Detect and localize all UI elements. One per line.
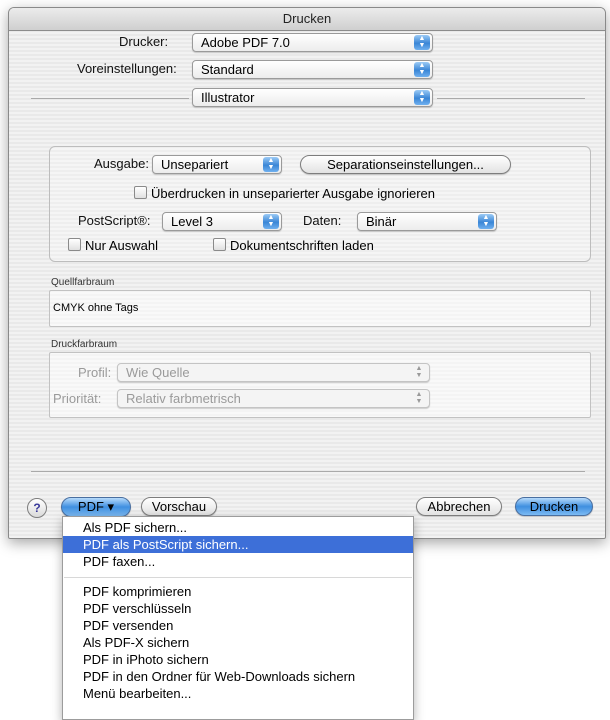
print-button[interactable]: Drucken <box>515 497 593 516</box>
presets-popup[interactable]: Standard ▲ ▼ <box>192 60 433 79</box>
ausgabe-popup[interactable]: Unsepariert ▲ ▼ <box>152 155 282 174</box>
print-space-group-label: Druckfarbraum <box>51 339 118 350</box>
popup-arrows-icon: ▲ ▼ <box>414 62 430 77</box>
ausgabe-value: Unsepariert <box>161 157 229 172</box>
overprint-ignore-checkbox[interactable]: Überdrucken in unseparierter Ausgabe ign… <box>134 186 435 201</box>
ausgabe-label: Ausgabe: <box>94 156 149 171</box>
postscript-popup[interactable]: Level 3 ▲ ▼ <box>162 212 282 231</box>
intent-label: Priorität: <box>53 391 102 406</box>
popup-arrows-icon: ▲ ▼ <box>414 35 430 50</box>
intent-value: Relativ farbmetrisch <box>126 391 241 406</box>
source-group-label: Quellfarbraum <box>51 277 115 288</box>
menu-separator <box>64 577 412 578</box>
print-space-group-box <box>49 352 591 418</box>
postscript-value: Level 3 <box>171 214 213 229</box>
nur-auswahl-checkbox[interactable]: Nur Auswahl <box>68 238 158 253</box>
profile-value: Wie Quelle <box>126 365 190 380</box>
window-title: Drucken <box>9 8 605 31</box>
pane-value: Illustrator <box>201 90 255 105</box>
printer-label: Drucker: <box>119 34 169 49</box>
popup-arrows-icon: ▲ ▼ <box>478 214 494 229</box>
menu-item-save-pdf-as-postscript[interactable]: PDF als PostScript sichern... <box>63 536 413 553</box>
intent-popup[interactable]: Relativ farbmetrisch ▲ ▼ <box>117 389 430 408</box>
separator-right <box>437 98 585 99</box>
profile-label: Profil: <box>78 365 112 380</box>
daten-popup[interactable]: Binär ▲ ▼ <box>357 212 497 231</box>
help-button[interactable]: ? <box>27 498 47 518</box>
printer-value: Adobe PDF 7.0 <box>201 35 290 50</box>
cancel-button[interactable]: Abbrechen <box>416 497 502 516</box>
popup-arrows-icon: ▲ ▼ <box>415 391 423 405</box>
popup-arrows-icon: ▲ ▼ <box>414 90 430 105</box>
daten-value: Binär <box>366 214 397 229</box>
nur-auswahl-label: Nur Auswahl <box>85 238 158 253</box>
print-dialog: Drucken Drucker: Adobe PDF 7.0 ▲ ▼ Vorein… <box>8 7 606 539</box>
checkbox-box <box>134 186 147 199</box>
popup-arrows-icon: ▲ ▼ <box>415 365 423 379</box>
profile-popup[interactable]: Wie Quelle ▲ ▼ <box>117 363 430 382</box>
pdf-dropdown-menu: Als PDF sichern... PDF als PostScript si… <box>62 516 414 720</box>
menu-item-save-as-pdf[interactable]: Als PDF sichern... <box>63 519 413 536</box>
daten-label: Daten: <box>303 213 342 228</box>
menu-item-edit-menu[interactable]: Menü bearbeiten... <box>63 685 413 702</box>
source-value: CMYK ohne Tags <box>53 302 139 314</box>
pane-popup[interactable]: Illustrator ▲ ▼ <box>192 88 433 107</box>
menu-item-compress-pdf[interactable]: PDF komprimieren <box>63 583 413 600</box>
footer-separator <box>31 471 585 472</box>
menu-item-save-as-pdfx[interactable]: Als PDF-X sichern <box>63 634 413 651</box>
menu-item-save-to-web-downloads[interactable]: PDF in den Ordner für Web-Downloads sich… <box>63 668 413 685</box>
separator-left <box>31 98 189 99</box>
dokumentschriften-label: Dokumentschriften laden <box>230 238 374 253</box>
popup-arrows-icon: ▲ ▼ <box>263 214 279 229</box>
menu-item-encrypt-pdf[interactable]: PDF verschlüsseln <box>63 600 413 617</box>
postscript-label: PostScript®: <box>78 213 151 228</box>
checkbox-box <box>213 238 226 251</box>
presets-label: Voreinstellungen: <box>77 61 177 76</box>
overprint-ignore-label: Überdrucken in unseparierter Ausgabe ign… <box>151 186 436 201</box>
printer-popup[interactable]: Adobe PDF 7.0 ▲ ▼ <box>192 33 433 52</box>
menu-item-fax-pdf[interactable]: PDF faxen... <box>63 553 413 570</box>
presets-value: Standard <box>201 62 254 77</box>
menu-item-mail-pdf[interactable]: PDF versenden <box>63 617 413 634</box>
checkbox-box <box>68 238 81 251</box>
preview-button[interactable]: Vorschau <box>141 497 217 516</box>
dokumentschriften-checkbox[interactable]: Dokumentschriften laden <box>213 238 374 253</box>
separation-settings-button[interactable]: Separationseinstellungen... <box>300 155 511 174</box>
popup-arrows-icon: ▲ ▼ <box>263 157 279 172</box>
pdf-menu-button[interactable]: PDF ▾ <box>61 497 131 517</box>
menu-item-save-to-iphoto[interactable]: PDF in iPhoto sichern <box>63 651 413 668</box>
